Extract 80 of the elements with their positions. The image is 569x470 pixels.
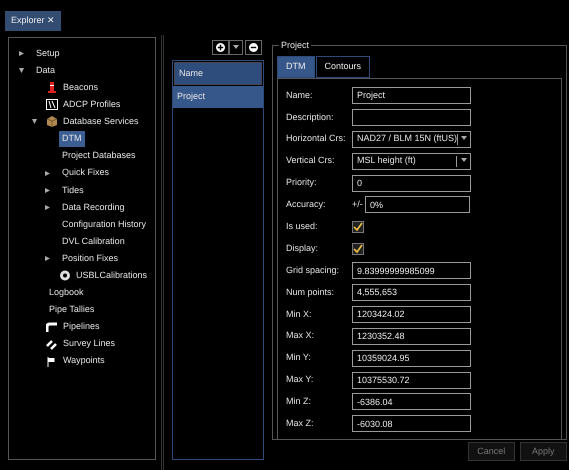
field-label: Description: (286, 110, 335, 124)
field-label: Vertical Crs: (286, 154, 336, 168)
group-title: Project (279, 39, 312, 52)
input-field[interactable]: Project (352, 86, 471, 104)
beacon-icon (46, 82, 58, 94)
input-field[interactable]: 0% (365, 196, 470, 214)
tab[interactable]: Contours (316, 56, 370, 78)
tree-item[interactable]: Database Services (60, 114, 142, 130)
input-field[interactable]: -6386.04 (352, 393, 471, 410)
tab[interactable]: DTM (277, 56, 314, 78)
caret-icon (461, 136, 468, 140)
profile-icon (46, 99, 58, 110)
checkbox[interactable] (352, 242, 364, 255)
input-field[interactable]: 0 (352, 174, 471, 192)
remove-button[interactable] (244, 40, 262, 54)
dropdown-field[interactable]: MSL height (ft) (352, 152, 471, 170)
caret-icon (232, 45, 238, 50)
tree-item[interactable]: Data (33, 62, 58, 78)
remove-icon (248, 42, 258, 52)
field-label: Max Y: (286, 373, 314, 386)
input-field[interactable]: 10359024.95 (352, 350, 471, 367)
field-label: Grid spacing: (286, 264, 340, 277)
field-label: Priority: (286, 176, 318, 190)
input-field[interactable]: 9.83999999985099 (352, 262, 471, 280)
field-label: Max X: (286, 329, 316, 342)
field-label: Min Y: (286, 351, 312, 364)
field-label: Name: (286, 88, 314, 102)
gear-icon (59, 270, 71, 282)
tree-item[interactable]: Logbook (46, 285, 87, 301)
explorer-tab[interactable]: Explorer ✕ (5, 11, 62, 30)
field-label: Display: (286, 242, 320, 255)
input-field[interactable]: 1230352.48 (352, 328, 471, 345)
tree-item[interactable]: Data Recording (59, 200, 128, 216)
add-button[interactable] (212, 40, 228, 54)
input-field[interactable]: 10375530.72 (352, 372, 471, 389)
add-icon (216, 42, 224, 52)
caret-icon (460, 158, 466, 162)
list-row[interactable]: Project (173, 86, 263, 108)
dropdown-button[interactable] (228, 40, 242, 54)
tree-item[interactable]: ADCP Profiles (60, 97, 124, 113)
tree-item[interactable]: DTM (59, 131, 84, 147)
collapse-arrow-icon[interactable] (32, 119, 37, 124)
lines-icon (46, 338, 58, 350)
dropdown-field[interactable]: NAD27 / BLM 15N (ftUS) (352, 130, 471, 148)
unit-label: +/- (352, 198, 363, 212)
collapse-arrow-icon[interactable] (19, 68, 24, 74)
expand-arrow-icon[interactable] (45, 188, 50, 193)
tree-item[interactable]: Project Databases (59, 148, 139, 164)
column-header[interactable]: Name (174, 62, 262, 85)
box-icon (46, 116, 58, 128)
field-label: Horizontal Crs: (286, 132, 347, 146)
input-field[interactable]: 1203424.02 (352, 306, 471, 323)
field-label: Min Z: (286, 395, 312, 408)
input-field[interactable]: -6030.08 (352, 415, 471, 432)
tree-item[interactable]: Configuration History (59, 216, 150, 232)
field-label: Num points: (286, 286, 336, 299)
tree-item[interactable]: Survey Lines (60, 336, 118, 352)
input-field[interactable] (352, 108, 471, 126)
input-field[interactable]: 4,555,653 (352, 284, 471, 301)
field-label: Min X: (286, 308, 313, 321)
tree-item[interactable]: Quick Fixes (59, 165, 112, 181)
tree-item[interactable]: DVL Calibration (59, 234, 128, 250)
field-label: Is used: (286, 220, 319, 234)
tree-item[interactable]: Tides (59, 182, 87, 198)
tree-item[interactable]: Setup (33, 46, 63, 62)
close-icon[interactable]: ✕ (47, 15, 56, 25)
field-label: Max Z: (286, 417, 315, 430)
tree-item[interactable]: Position Fixes (59, 250, 122, 266)
pipe-icon (46, 322, 58, 333)
field-label: Accuracy: (286, 198, 327, 212)
tree-item[interactable]: USBLCalibrations (73, 268, 150, 284)
expand-arrow-icon[interactable] (45, 170, 50, 176)
tree-item[interactable]: Pipelines (60, 319, 103, 335)
expand-arrow-icon[interactable] (19, 51, 24, 56)
expand-arrow-icon[interactable] (45, 256, 50, 262)
tree-item[interactable]: Beacons (60, 80, 102, 96)
tree-item[interactable]: Pipe Tallies (46, 302, 98, 318)
checkbox[interactable] (352, 220, 364, 233)
expand-arrow-icon[interactable] (45, 204, 50, 210)
tree-item[interactable]: Waypoints (60, 353, 108, 369)
